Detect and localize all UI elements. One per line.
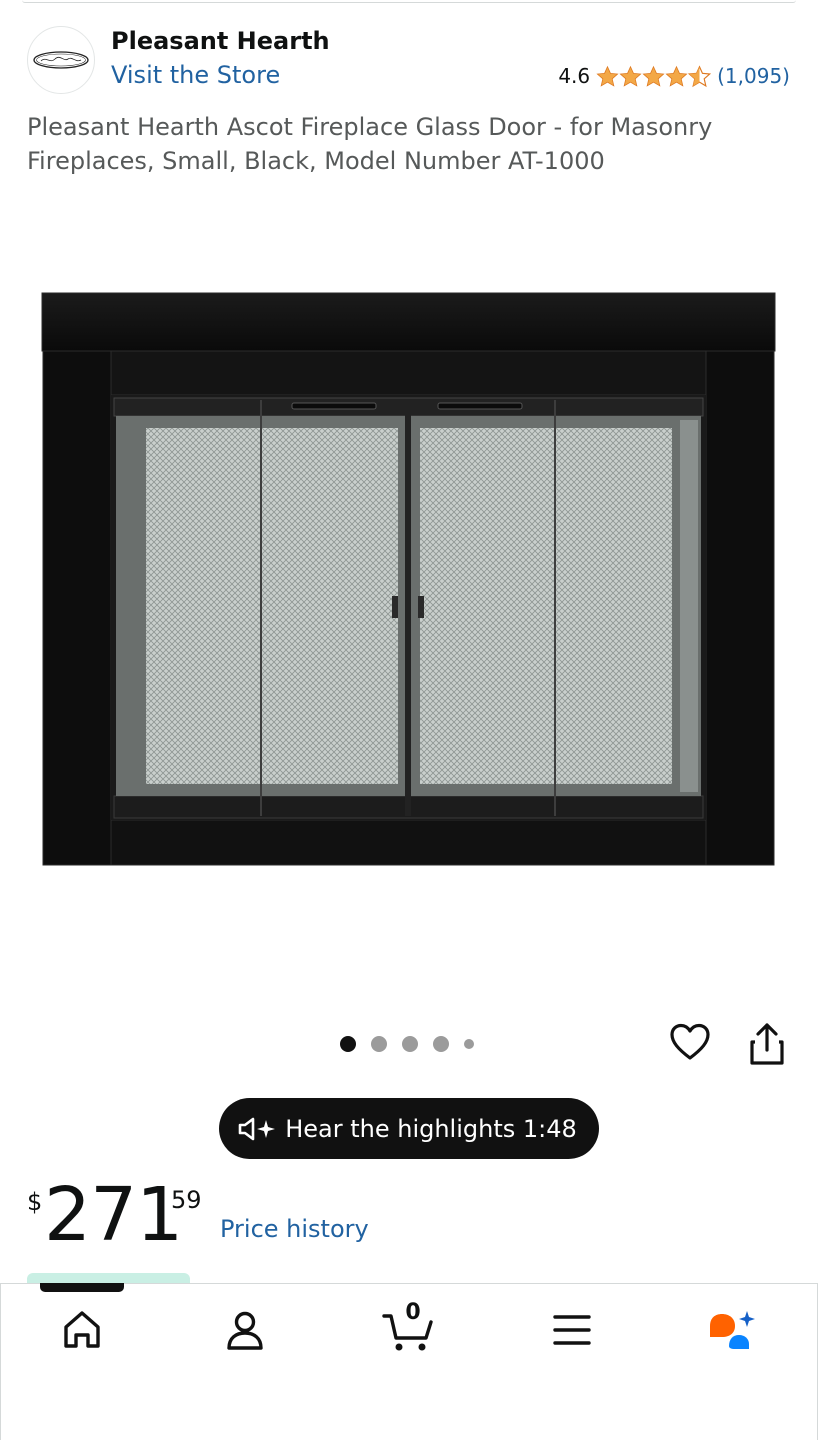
price-whole: 271: [44, 1172, 183, 1258]
carousel-dot[interactable]: [340, 1036, 356, 1052]
visit-store-link[interactable]: Visit the Store: [111, 61, 280, 89]
carousel-dot[interactable]: [433, 1036, 449, 1052]
rating-summary[interactable]: 4.6 (1,095): [558, 64, 790, 88]
image-carousel-dots[interactable]: [340, 1036, 474, 1052]
price-fraction: 59: [171, 1186, 202, 1214]
nav-rufus[interactable]: [704, 1302, 760, 1358]
star-full-icon: [596, 65, 619, 87]
star-full-icon: [619, 65, 642, 87]
share-icon[interactable]: [748, 1022, 786, 1066]
hear-highlights-button[interactable]: Hear the highlights 1:48: [219, 1098, 599, 1159]
carousel-dot[interactable]: [371, 1036, 387, 1052]
star-rating: [596, 64, 712, 88]
fireplace-glass-door-image[interactable]: [40, 290, 778, 868]
rating-value: 4.6: [558, 64, 591, 88]
rufus-ai-icon: [710, 1311, 755, 1349]
nav-home[interactable]: [54, 1302, 110, 1358]
menu-icon: [553, 1315, 591, 1345]
heart-icon[interactable]: [669, 1022, 711, 1064]
home-icon: [64, 1311, 100, 1348]
brand-logo-mark: [33, 51, 89, 69]
price-currency-symbol: $: [27, 1188, 43, 1216]
star-full-icon: [665, 65, 688, 87]
price-history-link[interactable]: Price history: [220, 1215, 369, 1243]
nav-account[interactable]: [217, 1302, 273, 1358]
account-icon: [227, 1311, 263, 1350]
carousel-dot[interactable]: [464, 1039, 474, 1049]
nav-menu[interactable]: [544, 1302, 600, 1358]
brand-name[interactable]: Pleasant Hearth: [111, 27, 330, 55]
review-count-link[interactable]: (1,095): [717, 64, 790, 88]
top-divider: [22, 0, 796, 3]
hear-highlights-label: Hear the highlights 1:48: [285, 1114, 577, 1143]
brand-logo[interactable]: [27, 26, 95, 94]
product-title: Pleasant Hearth Ascot Fireplace Glass Do…: [27, 113, 713, 175]
speaker-sparkle-icon: [238, 1117, 276, 1140]
active-tab-indicator: [40, 1283, 124, 1292]
star-half-icon: [688, 64, 712, 87]
cart-count: 0: [405, 1300, 421, 1325]
star-full-icon: [642, 65, 665, 87]
carousel-dot[interactable]: [402, 1036, 418, 1052]
